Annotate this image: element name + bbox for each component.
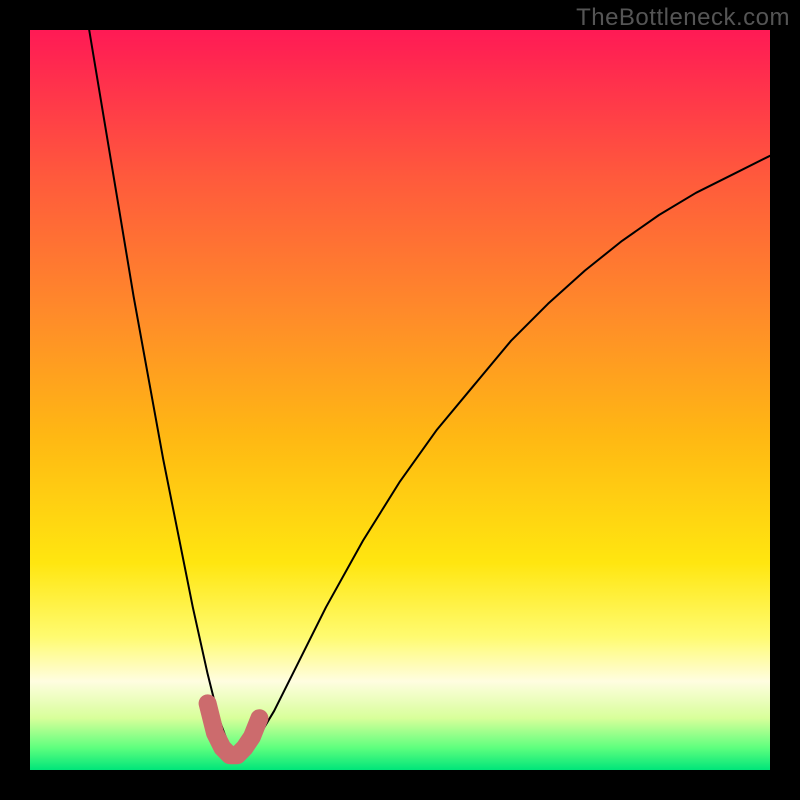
watermark-text: TheBottleneck.com — [576, 4, 790, 32]
chart-stage: TheBottleneck.com — [0, 0, 800, 800]
plot-area — [30, 30, 770, 770]
bottleneck-curve — [89, 30, 770, 755]
safe-zone-overlay — [208, 703, 260, 755]
curve-overlay — [30, 30, 770, 770]
